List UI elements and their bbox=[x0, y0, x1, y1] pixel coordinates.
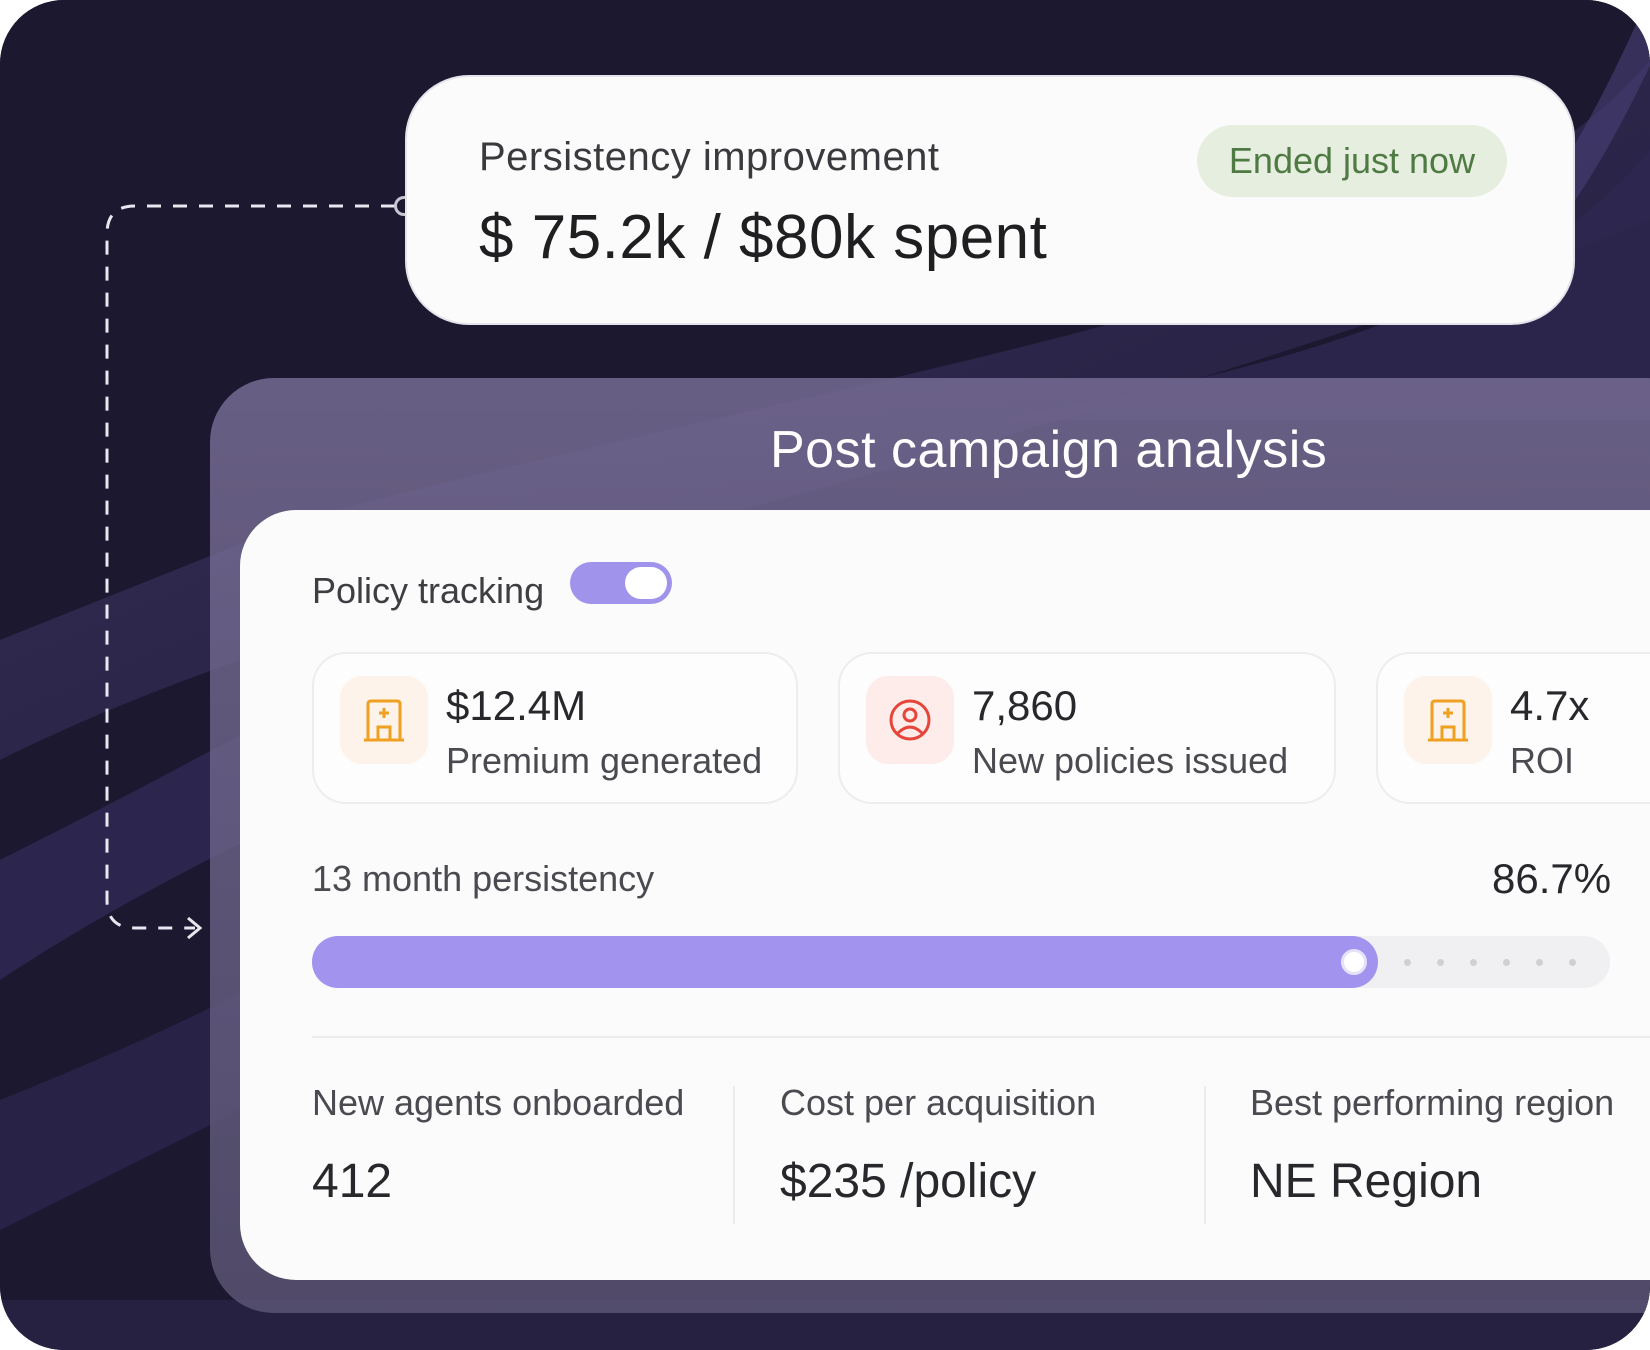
progress-fill bbox=[312, 936, 1378, 988]
metric-label: Cost per acquisition bbox=[780, 1082, 1097, 1123]
metric-label: New agents onboarded bbox=[312, 1082, 685, 1123]
stat-label: ROI bbox=[1510, 740, 1575, 781]
analysis-panel: Post campaign analysis Policy tracking $… bbox=[210, 378, 1650, 1313]
stat-value: 4.7x bbox=[1510, 682, 1590, 729]
stat-card-roi[interactable]: 4.7x ROI bbox=[1376, 652, 1650, 804]
tick-dot bbox=[1437, 959, 1444, 966]
metric-value: 412 bbox=[312, 1155, 393, 1208]
divider bbox=[312, 1036, 1650, 1038]
tick-dot bbox=[1536, 959, 1543, 966]
stat-card-policies[interactable]: 7,860 New policies issued bbox=[838, 652, 1336, 804]
stat-label: Premium generated bbox=[446, 740, 763, 781]
persistency-value: 86.7% bbox=[1492, 855, 1612, 902]
persistency-progress-bar bbox=[312, 936, 1610, 988]
metric-value: $235 /policy bbox=[780, 1155, 1037, 1208]
tick-dot bbox=[1404, 959, 1411, 966]
metric-region: Best performing region NE Region bbox=[1250, 1082, 1614, 1209]
persistency-label: 13 month persistency bbox=[312, 858, 655, 899]
status-badge: Ended just now bbox=[1197, 125, 1507, 197]
policy-tracking-label: Policy tracking bbox=[312, 570, 545, 611]
stat-label: New policies issued bbox=[972, 740, 1289, 781]
hospital-icon bbox=[1404, 676, 1492, 764]
tick-dot bbox=[1569, 959, 1576, 966]
stat-card-premium[interactable]: $12.4M Premium generated bbox=[312, 652, 798, 804]
user-circle-icon bbox=[866, 676, 954, 764]
metric-separator bbox=[1204, 1086, 1206, 1224]
analysis-content: Policy tracking $12.4M Premium generated bbox=[240, 510, 1650, 1280]
panel-title: Post campaign analysis bbox=[770, 421, 1328, 479]
campaign-spend: $ 75.2k / $80k spent bbox=[479, 203, 1048, 272]
tick-dot bbox=[1470, 959, 1477, 966]
metric-label: Best performing region bbox=[1250, 1082, 1615, 1123]
policy-tracking-toggle[interactable] bbox=[570, 562, 672, 604]
hospital-icon bbox=[340, 676, 428, 764]
tick-dot bbox=[1503, 959, 1510, 966]
stat-value: 7,860 bbox=[972, 682, 1078, 729]
stat-value: $12.4M bbox=[446, 682, 587, 729]
metric-separator bbox=[733, 1086, 735, 1224]
progress-handle[interactable] bbox=[1341, 949, 1367, 975]
campaign-title: Persistency improvement bbox=[479, 135, 940, 179]
metric-cpa: Cost per acquisition $235 /policy bbox=[780, 1082, 1096, 1209]
metric-agents: New agents onboarded 412 bbox=[312, 1082, 684, 1209]
toggle-knob bbox=[625, 567, 667, 599]
campaign-card[interactable]: Persistency improvement $ 75.2k / $80k s… bbox=[405, 75, 1575, 325]
background-canvas: Persistency improvement $ 75.2k / $80k s… bbox=[0, 0, 1650, 1350]
metric-value: NE Region bbox=[1250, 1155, 1483, 1208]
